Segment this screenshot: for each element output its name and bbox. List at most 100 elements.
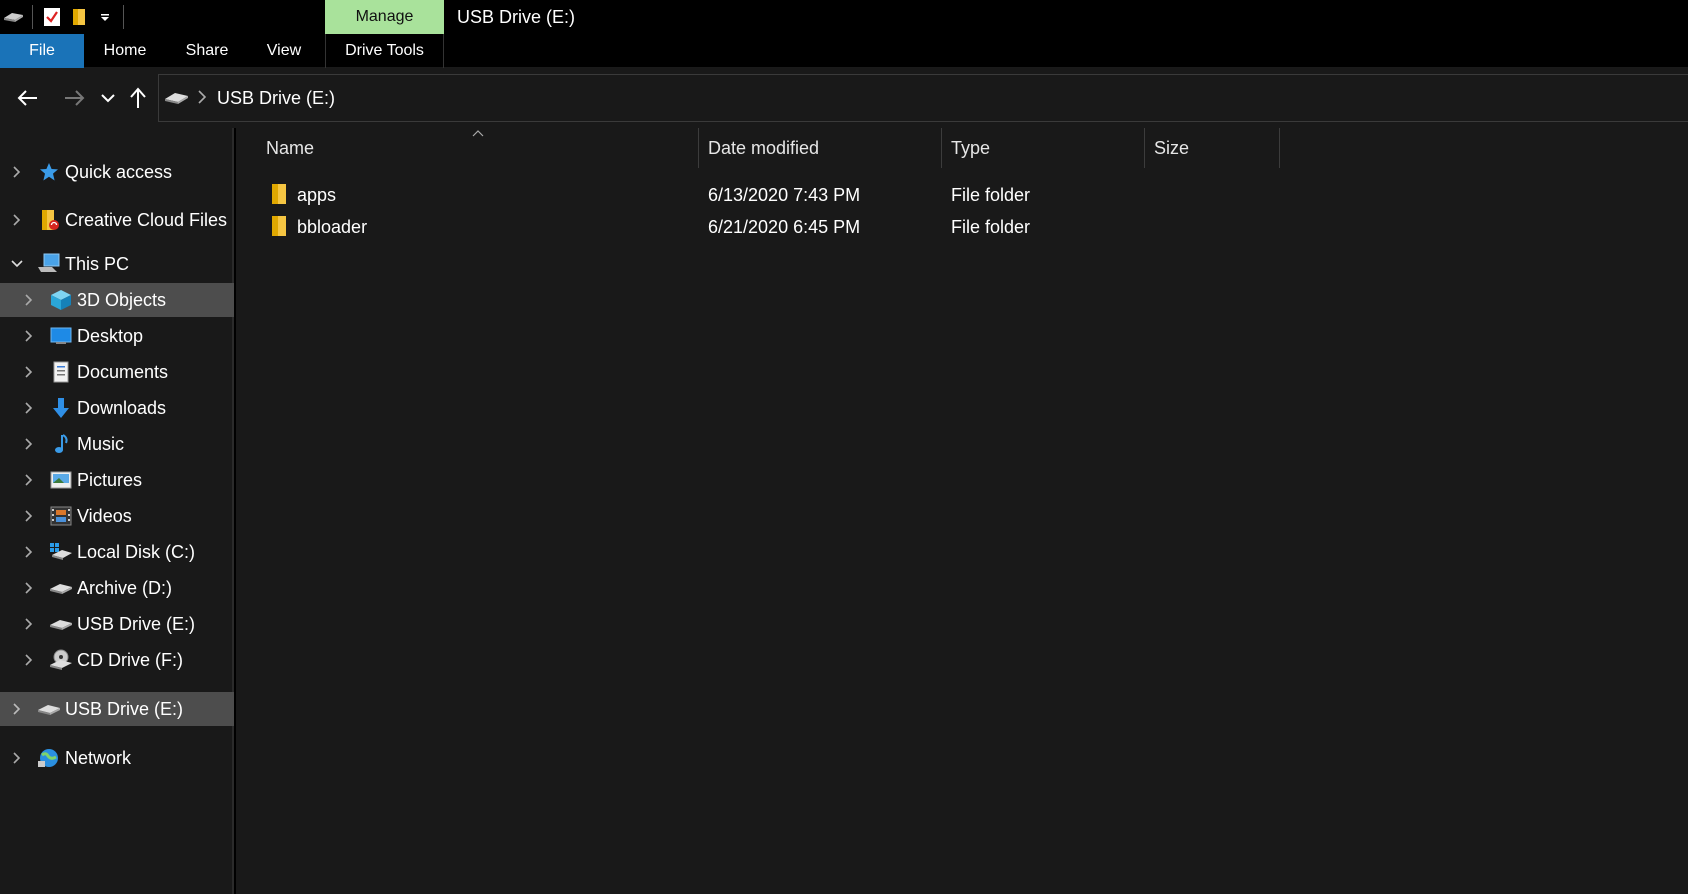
forward-arrow-icon xyxy=(65,90,85,106)
chevron-right-icon[interactable] xyxy=(22,329,36,343)
nav-item-network[interactable]: Network xyxy=(0,741,234,775)
tab-share[interactable]: Share xyxy=(174,34,240,68)
cd-drive-icon xyxy=(49,648,73,672)
window-title: USB Drive (E:) xyxy=(457,7,576,27)
nav-item-quick-access[interactable]: Quick access xyxy=(0,155,234,189)
file-name: bbloader xyxy=(297,217,368,237)
chevron-right-icon[interactable] xyxy=(10,702,24,716)
chevron-right-icon[interactable] xyxy=(22,545,36,559)
nav-item-desktop[interactable]: Desktop xyxy=(0,319,234,353)
nav-item-label: Documents xyxy=(77,361,169,382)
address-bar[interactable]: USB Drive (E:) xyxy=(158,74,1688,122)
breadcrumb-chevron-icon[interactable] xyxy=(197,90,207,109)
cube-icon xyxy=(49,288,73,312)
column-divider[interactable] xyxy=(698,128,699,168)
nav-item-usb-drive-e[interactable]: USB Drive (E:) xyxy=(0,607,234,641)
nav-item-downloads[interactable]: Downloads xyxy=(0,391,234,425)
tab-drive-tools[interactable]: Drive Tools xyxy=(325,34,444,68)
properties-icon[interactable] xyxy=(39,0,65,34)
navigation-bar: USB Drive (E:) xyxy=(0,68,1688,128)
nav-item-label: This PC xyxy=(65,253,130,274)
computer-icon xyxy=(37,252,61,276)
folder-icon xyxy=(270,215,288,247)
drive-icon[interactable] xyxy=(0,0,26,34)
recent-locations-button[interactable] xyxy=(94,84,122,112)
chevron-right-icon[interactable] xyxy=(22,437,36,451)
nav-item-label: Archive (D:) xyxy=(77,577,173,598)
drive-icon xyxy=(49,612,73,636)
nav-item-local-disk-c[interactable]: Local Disk (C:) xyxy=(0,535,234,569)
breadcrumb-current[interactable]: USB Drive (E:) xyxy=(217,75,335,121)
column-header-size[interactable]: Size xyxy=(1154,128,1274,168)
chevron-right-icon[interactable] xyxy=(10,751,24,765)
drive-icon xyxy=(37,697,61,721)
nav-item-label: Local Disk (C:) xyxy=(77,541,196,562)
chevron-right-icon[interactable] xyxy=(22,653,36,667)
column-header-date-modified[interactable]: Date modified xyxy=(708,128,938,168)
chevron-right-icon[interactable] xyxy=(22,365,36,379)
navigation-pane: Quick access Creative Cloud Files This P… xyxy=(0,128,234,894)
picture-icon xyxy=(49,468,73,492)
desktop-icon xyxy=(49,324,73,348)
tab-file[interactable]: File xyxy=(0,34,84,68)
back-button[interactable] xyxy=(14,84,42,112)
nav-item-label: 3D Objects xyxy=(77,289,167,310)
nav-item-pictures[interactable]: Pictures xyxy=(0,463,234,497)
music-note-icon xyxy=(49,432,73,456)
file-row[interactable]: apps 6/13/2020 7:43 PM File folder xyxy=(236,179,1688,211)
network-icon xyxy=(37,746,61,770)
chevron-right-icon[interactable] xyxy=(22,293,36,307)
nav-item-usb-drive-e-root[interactable]: USB Drive (E:) xyxy=(0,692,234,726)
drive-icon xyxy=(49,576,73,600)
nav-item-label: Pictures xyxy=(77,469,143,490)
file-type: File folder xyxy=(951,217,1031,237)
column-header-name[interactable]: Name xyxy=(266,128,676,168)
forward-button[interactable] xyxy=(60,84,88,112)
column-divider[interactable] xyxy=(1279,128,1280,168)
creative-cloud-folder-icon xyxy=(37,208,61,232)
nav-item-label: Videos xyxy=(77,505,132,526)
chevron-down-icon[interactable] xyxy=(10,257,24,271)
nav-item-creative-cloud-files[interactable]: Creative Cloud Files xyxy=(0,203,234,237)
toolbar-divider xyxy=(32,5,33,29)
nav-item-videos[interactable]: Videos xyxy=(0,499,234,533)
column-divider[interactable] xyxy=(1144,128,1145,168)
chevron-right-icon[interactable] xyxy=(22,473,36,487)
nav-item-archive-d[interactable]: Archive (D:) xyxy=(0,571,234,605)
nav-item-documents[interactable]: Documents xyxy=(0,355,234,389)
file-row[interactable]: bbloader 6/21/2020 6:45 PM File folder xyxy=(236,211,1688,243)
file-name: apps xyxy=(297,185,337,205)
chevron-right-icon[interactable] xyxy=(22,401,36,415)
download-arrow-icon xyxy=(49,396,73,420)
nav-item-label: Downloads xyxy=(77,397,167,418)
chevron-right-icon[interactable] xyxy=(22,581,36,595)
up-arrow-icon xyxy=(130,87,146,108)
nav-item-label: Music xyxy=(77,433,125,454)
up-button[interactable] xyxy=(124,84,152,112)
windows-drive-icon xyxy=(49,540,73,564)
file-list-view: Name Date modified Type Size apps 6/13/2… xyxy=(236,128,1688,894)
new-folder-icon[interactable] xyxy=(65,0,93,34)
nav-item-music[interactable]: Music xyxy=(0,427,234,461)
chevron-right-icon[interactable] xyxy=(10,213,24,227)
document-icon xyxy=(49,360,73,384)
column-header-type[interactable]: Type xyxy=(951,128,1141,168)
nav-item-3d-objects[interactable]: 3D Objects xyxy=(0,283,234,317)
customize-dropdown-icon[interactable] xyxy=(93,0,117,34)
star-icon xyxy=(37,160,61,184)
tab-view[interactable]: View xyxy=(256,34,312,68)
tab-home[interactable]: Home xyxy=(92,34,158,68)
chevron-right-icon[interactable] xyxy=(22,617,36,631)
nav-item-label: Quick access xyxy=(65,161,173,182)
chevron-down-icon xyxy=(101,94,115,103)
back-arrow-icon xyxy=(17,90,37,106)
nav-item-this-pc[interactable]: This PC xyxy=(0,247,234,281)
column-divider[interactable] xyxy=(941,128,942,168)
chevron-right-icon[interactable] xyxy=(10,165,24,179)
nav-item-cd-drive-f[interactable]: CD Drive (F:) xyxy=(0,643,234,677)
manage-tab[interactable]: Manage xyxy=(325,0,444,34)
film-icon xyxy=(49,504,73,528)
nav-item-label: USB Drive (E:) xyxy=(65,698,184,719)
chevron-right-icon[interactable] xyxy=(22,509,36,523)
file-date-modified: 6/13/2020 7:43 PM xyxy=(708,185,861,205)
